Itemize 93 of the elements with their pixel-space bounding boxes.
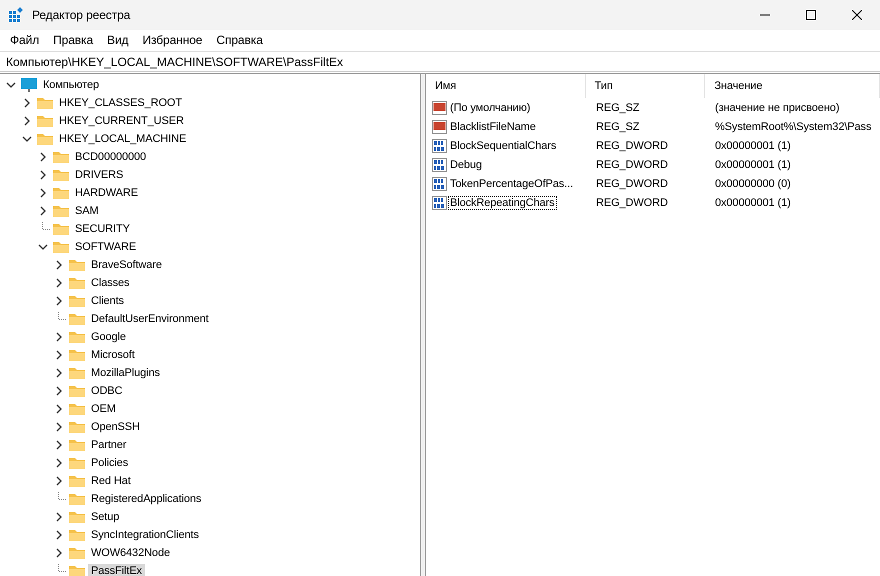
menu-item[interactable]: Правка	[46, 33, 100, 47]
menu-item[interactable]: Справка	[209, 33, 270, 47]
menu-item[interactable]: Файл	[3, 33, 46, 47]
tree-item[interactable]: Clients	[88, 294, 127, 308]
tree-item[interactable]: HKEY_LOCAL_MACHINE	[56, 132, 190, 146]
folder-icon	[68, 402, 86, 416]
folder-icon	[36, 114, 54, 128]
folder-icon	[52, 150, 70, 164]
tree-item[interactable]: Classes	[88, 276, 132, 290]
binary-value-icon	[432, 156, 448, 172]
folder-icon	[52, 168, 70, 182]
tree-item[interactable]: MozillaPlugins	[88, 366, 163, 380]
folder-icon	[68, 510, 86, 524]
value-name[interactable]: BlockSequentialChars	[448, 138, 558, 152]
tree-item[interactable]: Google	[88, 330, 129, 344]
window-title: Редактор реестра	[32, 8, 132, 22]
value-data: 0x00000001 (1)	[714, 196, 792, 208]
binary-value-icon	[432, 138, 448, 154]
column-header[interactable]: Тип	[586, 74, 706, 98]
folder-icon	[68, 420, 86, 434]
minimize-icon	[760, 14, 770, 16]
computer-icon	[20, 77, 38, 93]
tree-item[interactable]: Setup	[88, 510, 122, 524]
folder-icon	[52, 240, 70, 254]
address-field[interactable]: Компьютер\HKEY_LOCAL_MACHINE\SOFTWARE\PassFiltEx	[0, 51, 880, 72]
tree-item[interactable]: DRIVERS	[72, 168, 126, 182]
tree-item[interactable]: Microsoft	[88, 348, 138, 362]
menu-item[interactable]: Вид	[100, 33, 136, 47]
value-data: (значение не присвоено)	[714, 102, 840, 114]
tree-item[interactable]: SyncIntegrationClients	[88, 528, 202, 542]
binary-value-icon	[432, 194, 448, 210]
tree-item[interactable]: WOW6432Node	[88, 546, 173, 560]
folder-icon	[68, 438, 86, 452]
value-type: REG_DWORD	[595, 140, 669, 152]
value-name[interactable]: TokenPercentageOfPas...	[448, 176, 576, 190]
tree-item[interactable]: HKEY_CURRENT_USER	[56, 114, 187, 128]
maximize-icon	[806, 10, 816, 20]
folder-icon	[68, 474, 86, 488]
value-type: REG_DWORD	[595, 158, 669, 170]
folder-icon	[68, 312, 86, 326]
folder-icon	[68, 528, 86, 542]
folder-icon	[68, 564, 86, 576]
folder-icon	[68, 348, 86, 362]
tree-item[interactable]: RegisteredApplications	[88, 492, 204, 506]
binary-value-icon	[432, 176, 448, 192]
value-data: 0x00000000 (0)	[714, 178, 792, 190]
tree-item[interactable]: SOFTWARE	[72, 240, 140, 254]
tree-item[interactable]: Policies	[88, 456, 132, 470]
tree-item[interactable]: HARDWARE	[72, 186, 141, 200]
tree-item[interactable]: OEM	[88, 402, 119, 416]
tree-item[interactable]: Red Hat	[88, 474, 134, 488]
tree-item[interactable]: BraveSoftware	[88, 258, 165, 272]
column-header[interactable]: Значение	[705, 74, 880, 98]
folder-icon	[68, 366, 86, 380]
app-icon	[8, 7, 24, 23]
tree-item[interactable]: PassFiltEx	[88, 564, 145, 576]
menu-item[interactable]: Избранное	[135, 33, 210, 47]
value-name[interactable]: (По умолчанию)	[448, 100, 532, 114]
value-name[interactable]: Debug	[448, 158, 484, 172]
folder-icon	[68, 276, 86, 290]
folder-icon	[68, 546, 86, 560]
tree-item[interactable]: HKEY_CLASSES_ROOT	[56, 96, 186, 110]
value-type: REG_SZ	[595, 120, 640, 132]
value-type: REG_DWORD	[595, 196, 669, 208]
tree-item[interactable]: OpenSSH	[88, 420, 143, 434]
folder-icon	[36, 132, 54, 146]
column-header[interactable]: Имя	[426, 74, 586, 98]
folder-icon	[68, 384, 86, 398]
folder-icon	[68, 294, 86, 308]
tree-item[interactable]: SECURITY	[72, 222, 133, 236]
tree-item[interactable]: Partner	[88, 438, 130, 452]
value-name[interactable]: BlockRepeatingChars	[448, 196, 556, 210]
string-value-icon	[432, 100, 448, 116]
folder-icon	[52, 204, 70, 218]
tree-item[interactable]: BCD00000000	[72, 150, 150, 164]
folder-icon	[52, 186, 70, 200]
string-value-icon	[432, 118, 448, 134]
folder-icon	[68, 456, 86, 470]
value-type: REG_SZ	[595, 102, 640, 114]
tree-item[interactable]: ODBC	[88, 384, 126, 398]
folder-icon	[36, 96, 54, 110]
folder-icon	[68, 492, 86, 506]
folder-icon	[52, 222, 70, 236]
value-data: 0x00000001 (1)	[714, 158, 792, 170]
tree-item[interactable]: Компьютер	[40, 78, 102, 92]
value-type: REG_DWORD	[595, 178, 669, 190]
value-data: %SystemRoot%\System32\Pass	[714, 120, 872, 132]
value-data: 0x00000001 (1)	[714, 140, 792, 152]
folder-icon	[68, 258, 86, 272]
tree-item[interactable]: SAM	[72, 204, 102, 218]
folder-icon	[68, 330, 86, 344]
value-name[interactable]: BlacklistFileName	[448, 120, 538, 134]
tree-item[interactable]: DefaultUserEnvironment	[88, 312, 212, 326]
